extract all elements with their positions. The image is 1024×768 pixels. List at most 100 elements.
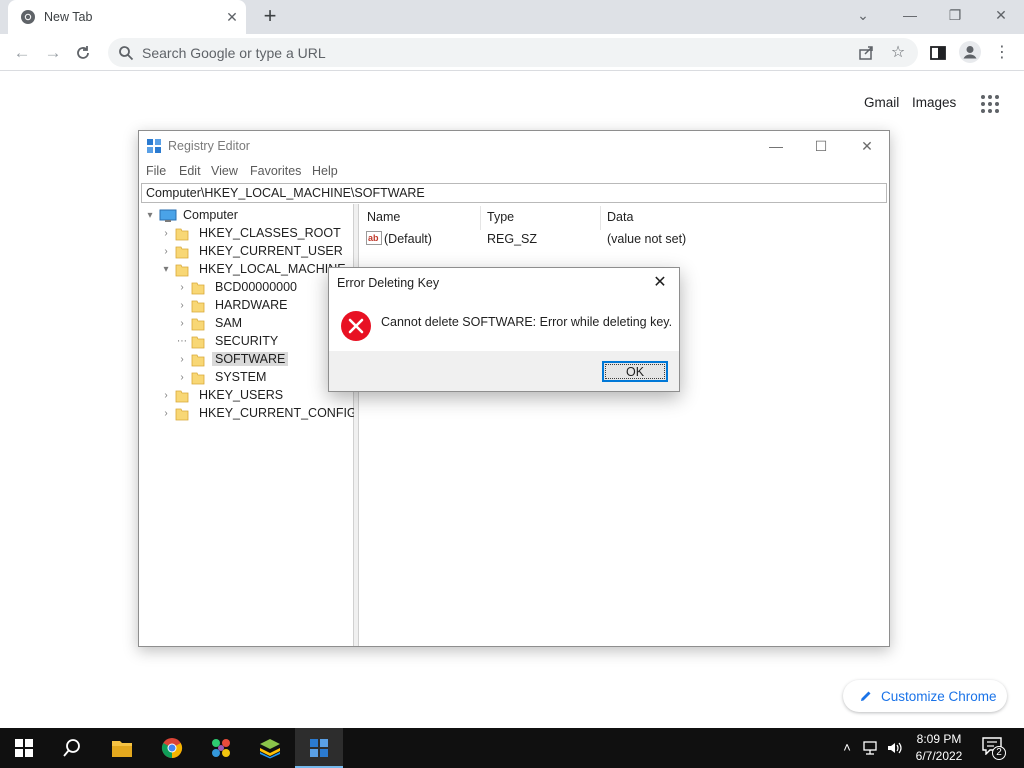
tree-node-hkey-users[interactable]: › HKEY_USERS — [161, 387, 351, 405]
address-path: Computer\HKEY_LOCAL_MACHINE\SOFTWARE — [146, 186, 425, 200]
tree-node-computer[interactable]: ▾ Computer — [145, 207, 345, 225]
menu-favorites[interactable]: Favorites — [250, 164, 301, 178]
reload-icon[interactable] — [74, 44, 92, 62]
profile-avatar-icon[interactable] — [958, 40, 982, 64]
browser-toolbar: ← → Search Google or type a URL ☆ ⋮ — [0, 34, 1024, 71]
minimize-button[interactable]: — — [896, 4, 924, 26]
google-apps-icon[interactable] — [980, 94, 1000, 114]
tree-node-label: HKEY_USERS — [199, 388, 284, 402]
tree-node-bcd00000000[interactable]: › BCD00000000 — [177, 279, 352, 297]
dialog-close-icon[interactable]: ✕ — [651, 274, 669, 292]
close-window-button[interactable]: ✕ — [987, 4, 1015, 26]
share-icon[interactable] — [855, 42, 877, 64]
taskbar-clock[interactable]: 8:09 PM 6/7/2022 — [912, 731, 966, 765]
tree-node-label: HKEY_CURRENT_USER — [199, 244, 343, 258]
tree-node-hardware[interactable]: › HARDWARE — [177, 297, 352, 315]
images-link[interactable]: Images — [912, 95, 956, 110]
dialog-titlebar[interactable]: Error Deleting Key ✕ — [329, 268, 679, 298]
notification-center-button[interactable]: 2 — [982, 737, 1006, 760]
regedit-address-bar[interactable]: Computer\HKEY_LOCAL_MACHINE\SOFTWARE — [141, 183, 887, 203]
menu-view[interactable]: View — [211, 164, 238, 178]
start-button[interactable] — [0, 728, 48, 768]
tree-node-hkey-current-config[interactable]: › HKEY_CURRENT_CONFIG — [161, 405, 357, 423]
file-explorer-icon — [112, 741, 132, 757]
folder-icon — [175, 228, 189, 241]
dialog-body: Cannot delete SOFTWARE: Error while dele… — [329, 298, 679, 351]
value-data: (value not set) — [607, 232, 687, 246]
chevron-right-icon[interactable]: › — [161, 408, 171, 420]
network-icon[interactable] — [862, 740, 880, 756]
chevron-right-icon[interactable]: › — [177, 282, 187, 294]
computer-icon — [159, 209, 177, 222]
tab-search-icon[interactable]: ⌄ — [849, 4, 877, 26]
taskbar-chrome[interactable] — [148, 728, 196, 768]
show-hidden-icons-chevron-icon[interactable]: ˄ — [838, 740, 856, 756]
tree-node-sam[interactable]: › SAM — [177, 315, 352, 333]
svg-text:ab: ab — [368, 233, 379, 243]
taskbar-search-button[interactable] — [48, 728, 96, 768]
ok-button[interactable]: OK — [602, 361, 668, 382]
omnibox[interactable]: Search Google or type a URL — [108, 38, 918, 67]
error-dialog: Error Deleting Key ✕ Cannot delete SOFTW… — [328, 267, 680, 392]
volume-icon[interactable] — [886, 740, 904, 756]
tree-node-hkey-classes-root[interactable]: › HKEY_CLASSES_ROOT — [161, 225, 351, 243]
tree-node-hkey-current-user[interactable]: › HKEY_CURRENT_USER — [161, 243, 351, 261]
regedit-minimize-button[interactable]: — — [756, 136, 796, 156]
tree-node-security[interactable]: ⋯ SECURITY — [177, 333, 352, 351]
chevron-right-icon[interactable]: › — [177, 354, 187, 366]
chevron-right-icon[interactable]: › — [161, 246, 171, 258]
chevron-down-icon[interactable]: ▾ — [161, 264, 171, 276]
chrome-menu-icon[interactable]: ⋮ — [991, 42, 1013, 64]
customize-chrome-button[interactable]: Customize Chrome — [843, 680, 1007, 712]
taskbar-app-colorful[interactable] — [197, 728, 245, 768]
column-header-type[interactable]: Type — [487, 210, 514, 224]
windows-logo-icon — [15, 739, 33, 757]
tab-new-tab[interactable]: New Tab ✕ — [8, 0, 246, 34]
folder-icon — [191, 372, 205, 385]
tree-node-hkey-local-machine[interactable]: ▾ HKEY_LOCAL_MACHINE — [161, 261, 351, 279]
tab-close-icon[interactable]: ✕ — [224, 9, 240, 25]
tree-node-software[interactable]: › SOFTWARE — [177, 351, 352, 369]
column-divider[interactable] — [600, 206, 601, 230]
regedit-close-button[interactable]: ✕ — [847, 136, 887, 156]
clock-time: 8:09 PM — [916, 732, 962, 746]
menu-file[interactable]: File — [146, 164, 166, 178]
column-divider[interactable] — [480, 206, 481, 230]
value-name[interactable]: (Default) — [384, 232, 432, 246]
chrome-icon — [21, 10, 35, 24]
menu-help[interactable]: Help — [312, 164, 338, 178]
menu-edit[interactable]: Edit — [179, 164, 201, 178]
chevron-right-icon[interactable]: › — [161, 390, 171, 402]
forward-icon[interactable]: → — [40, 40, 66, 66]
chevron-right-icon[interactable]: › — [177, 318, 187, 330]
taskbar-registry-editor[interactable] — [295, 728, 343, 768]
folder-icon — [191, 300, 205, 313]
tree-node-label: SECURITY — [215, 334, 279, 348]
registry-tree: ▾ Computer › HKEY_CLASSES_ROOT › HKEY_CU… — [139, 204, 357, 646]
value-type: REG_SZ — [487, 232, 538, 246]
tree-node-label: SAM — [215, 316, 243, 330]
new-tab-button[interactable]: + — [258, 5, 282, 29]
back-icon[interactable]: ← — [9, 40, 35, 66]
gmail-link[interactable]: Gmail — [864, 95, 899, 110]
tree-node-label: Computer — [183, 208, 238, 222]
column-header-data[interactable]: Data — [607, 210, 633, 224]
chevron-right-icon[interactable]: › — [177, 300, 187, 312]
chevron-down-icon[interactable]: ▾ — [145, 210, 155, 222]
tree-node-label: HKEY_LOCAL_MACHINE — [199, 262, 346, 276]
tree-node-system[interactable]: › SYSTEM — [177, 369, 352, 387]
bookmark-star-icon[interactable]: ☆ — [887, 42, 909, 64]
chevron-right-icon[interactable]: › — [161, 228, 171, 240]
error-icon — [341, 311, 371, 341]
dialog-message: Cannot delete SOFTWARE: Error while dele… — [381, 315, 673, 329]
folder-icon — [175, 390, 189, 403]
column-header-name[interactable]: Name — [367, 210, 400, 224]
side-panel-icon[interactable] — [927, 42, 949, 64]
regedit-titlebar[interactable]: Registry Editor — ☐ ✕ — [139, 131, 889, 161]
restore-button[interactable]: ❐ — [941, 4, 969, 26]
taskbar-file-explorer[interactable] — [98, 728, 146, 768]
colorful-app-icon — [212, 739, 230, 757]
regedit-maximize-button[interactable]: ☐ — [801, 136, 841, 156]
chevron-right-icon[interactable]: › — [177, 372, 187, 384]
taskbar-stack-app[interactable] — [246, 728, 294, 768]
